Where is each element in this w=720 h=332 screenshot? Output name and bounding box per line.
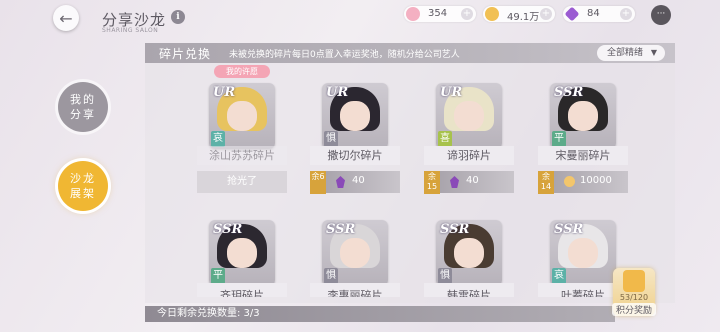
buy-button[interactable]: 余15 40 bbox=[424, 171, 514, 194]
character-portrait: SSR 平 bbox=[209, 220, 275, 286]
attribute-badge: 哀 bbox=[552, 268, 566, 284]
fragment-card[interactable]: UR 喜 谛羽碎片 余15 40 bbox=[424, 63, 514, 194]
attribute-badge: 惧 bbox=[438, 268, 452, 284]
gift-icon bbox=[623, 270, 645, 292]
points-reward-label: 积分奖励 bbox=[612, 303, 656, 316]
crystal-currency-pill: 84 + bbox=[563, 6, 635, 22]
add-diamond-button[interactable]: + bbox=[461, 8, 473, 20]
fragment-card[interactable]: SSR 惧 韩雷碎片 bbox=[424, 200, 514, 320]
panel-header: 碎片兑换 未被兑换的碎片每日0点置入幸运奖池，随机分给公司艺人 全部精绪 ▼ bbox=[145, 43, 675, 63]
rarity-badge: SSR bbox=[213, 222, 243, 237]
fragment-name: 齐玥碎片 bbox=[197, 283, 287, 297]
remaining-count: 余15 bbox=[424, 171, 440, 194]
back-button[interactable]: ← bbox=[53, 5, 79, 31]
crystal-icon bbox=[450, 176, 459, 188]
daily-remaining-text: 今日剩余兑换数量: 3/3 bbox=[157, 308, 260, 319]
rarity-badge: SSR bbox=[326, 222, 356, 237]
filter-label: 全部精绪 bbox=[607, 48, 644, 58]
tab-fragment-exchange[interactable]: 碎片兑换 bbox=[159, 45, 211, 62]
diamond-currency-pill: 354 + bbox=[404, 6, 476, 22]
rarity-badge: SSR bbox=[554, 85, 584, 100]
fragment-card[interactable]: UR 惧 撒切尔碎片 余6 40 bbox=[310, 63, 400, 194]
reward-progress: 53/120 bbox=[619, 293, 649, 302]
wish-tag: 我的许愿 bbox=[214, 65, 270, 78]
crystal-icon bbox=[336, 176, 345, 188]
gold-currency-pill: 49.1万 + bbox=[483, 6, 555, 23]
face-shape bbox=[227, 101, 257, 131]
price-value: 10000 bbox=[580, 175, 612, 186]
attribute-badge: 哀 bbox=[211, 131, 225, 147]
fragment-card[interactable]: SSR 平 宋曼丽碎片 余14 10000 bbox=[538, 63, 628, 194]
crystal-value: 84 bbox=[587, 8, 600, 19]
gold-value: 49.1万 bbox=[507, 12, 540, 23]
remaining-count: 余14 bbox=[538, 171, 554, 194]
diamond-icon bbox=[406, 7, 420, 21]
attribute-badge: 平 bbox=[552, 131, 566, 147]
info-icon[interactable]: i bbox=[171, 10, 185, 24]
price-value: 40 bbox=[466, 175, 479, 186]
buy-button[interactable]: 余14 10000 bbox=[538, 171, 628, 194]
fragment-card[interactable]: 我的许愿 UR 哀 涂山苏苏碎片 抢光了 bbox=[197, 63, 287, 193]
add-crystal-button[interactable]: + bbox=[620, 8, 632, 20]
fragment-name: 撒切尔碎片 bbox=[310, 146, 400, 165]
face-shape bbox=[568, 238, 598, 268]
buy-button[interactable]: 余6 40 bbox=[310, 171, 400, 194]
character-portrait: SSR 惧 bbox=[436, 220, 502, 286]
attribute-badge: 喜 bbox=[438, 131, 452, 147]
nav-my-share[interactable]: 我的 分享 bbox=[58, 82, 108, 132]
nav-salon-shelf-label: 沙龙 展架 bbox=[70, 172, 96, 200]
diamond-value: 354 bbox=[428, 8, 448, 19]
face-shape bbox=[340, 238, 370, 268]
fragment-name: 韩雷碎片 bbox=[424, 283, 514, 297]
fragment-name: 李惠丽碎片 bbox=[310, 283, 400, 297]
rarity-badge: SSR bbox=[554, 222, 584, 237]
character-portrait: UR 惧 bbox=[322, 83, 388, 149]
add-gold-button[interactable]: + bbox=[540, 8, 552, 20]
face-shape bbox=[568, 101, 598, 131]
filter-dropdown[interactable]: 全部精绪 ▼ bbox=[597, 45, 665, 61]
character-portrait: SSR 平 bbox=[550, 83, 616, 149]
face-shape bbox=[454, 238, 484, 268]
fragment-card[interactable]: SSR 平 齐玥碎片 bbox=[197, 200, 287, 320]
price-value: 40 bbox=[352, 175, 365, 186]
attribute-badge: 平 bbox=[211, 268, 225, 284]
face-shape bbox=[454, 101, 484, 131]
fragment-name: 谛羽碎片 bbox=[424, 146, 514, 165]
arrow-left-icon: ← bbox=[59, 8, 73, 28]
chat-icon[interactable]: ··· bbox=[651, 5, 671, 25]
face-shape bbox=[340, 101, 370, 131]
rarity-badge: UR bbox=[213, 85, 236, 100]
gold-coin-icon bbox=[564, 176, 575, 187]
rarity-badge: SSR bbox=[440, 222, 470, 237]
rarity-badge: UR bbox=[440, 85, 463, 100]
nav-my-share-label: 我的 分享 bbox=[70, 93, 96, 121]
character-portrait: SSR 惧 bbox=[322, 220, 388, 286]
nav-salon-shelf[interactable]: 沙龙 展架 bbox=[58, 161, 108, 211]
attribute-badge: 惧 bbox=[324, 268, 338, 284]
attribute-badge: 惧 bbox=[324, 131, 338, 147]
character-portrait: UR 喜 bbox=[436, 83, 502, 149]
face-shape bbox=[227, 238, 257, 268]
rarity-badge: UR bbox=[326, 85, 349, 100]
chevron-down-icon: ▼ bbox=[650, 48, 657, 57]
character-portrait: SSR 哀 bbox=[550, 220, 616, 286]
daily-remaining-bar: 今日剩余兑换数量: 3/3 bbox=[145, 306, 615, 322]
gold-coin-icon bbox=[485, 7, 499, 21]
page-subtitle: SHARING SALON bbox=[102, 27, 159, 34]
fragment-name: 宋曼丽碎片 bbox=[538, 146, 628, 165]
character-portrait: UR 哀 bbox=[209, 83, 275, 149]
fragment-name: 涂山苏苏碎片 bbox=[197, 146, 287, 165]
panel-description: 未被兑换的碎片每日0点置入幸运奖池，随机分给公司艺人 bbox=[229, 50, 460, 60]
fragment-card[interactable]: SSR 惧 李惠丽碎片 bbox=[310, 200, 400, 320]
remaining-count: 余6 bbox=[310, 171, 326, 194]
crystal-icon bbox=[564, 6, 580, 22]
sold-out-status: 抢光了 bbox=[197, 171, 287, 193]
